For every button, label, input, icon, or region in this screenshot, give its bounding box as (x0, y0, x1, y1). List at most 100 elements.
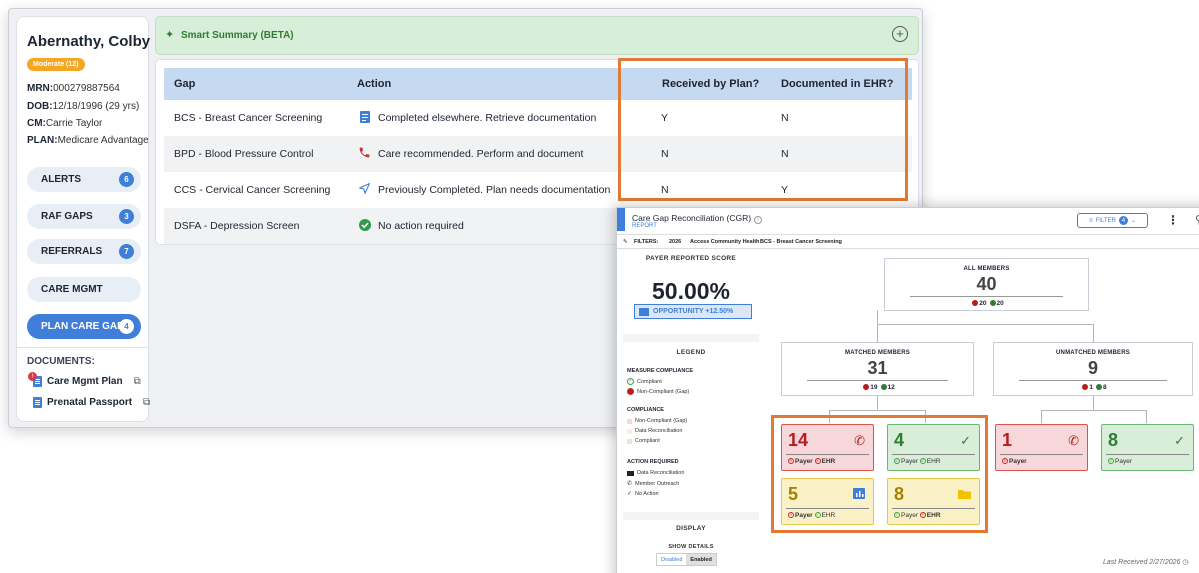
show-details-label: SHOW DETAILS (668, 544, 714, 550)
info-icon[interactable]: i (754, 216, 763, 224)
payer-score: 50.00% (651, 278, 730, 304)
check-circle-icon (358, 218, 371, 231)
check-icon: ✓ (960, 433, 971, 448)
nav-raf-gaps[interactable]: RAF GAPS 3 (27, 204, 141, 229)
documents-label: DOCUMENTS: (27, 356, 95, 367)
card-payer-ok-ehr-ok[interactable]: 4 ✓ ✓ Payer ✓ EHR (887, 424, 980, 471)
phone-icon: ✆ (854, 433, 865, 448)
display-title: DISPLAY (676, 525, 706, 532)
card-payer-x-ehr-ok[interactable]: 5 × Payer ✓ EHR (781, 478, 874, 525)
external-link-icon[interactable]: ⧉ (143, 397, 150, 408)
table-row[interactable]: BCS - Breast Cancer Screening Completed … (164, 100, 912, 136)
connector (925, 410, 926, 423)
legend-item: ✓ Compliant (627, 378, 662, 385)
nav-alerts[interactable]: ALERTS 6 (27, 167, 141, 192)
table-row[interactable]: CCS - Cervical Cancer Screening Previous… (164, 172, 912, 208)
more-options-icon[interactable]: ⋮ (1167, 213, 1179, 227)
unmatched-members-node[interactable]: UNMATCHED MEMBERS 9 18 (993, 342, 1193, 396)
matched-members-node[interactable]: MATCHED MEMBERS 31 19 12 (781, 342, 974, 396)
card-unmatched-payer-x[interactable]: 1 ✆ × Payer (995, 424, 1088, 471)
nav-care-mgmt[interactable]: CARE MGMT (27, 277, 141, 302)
doc-care-mgmt-plan[interactable]: Care Mgmt Plan ⧉ (33, 376, 141, 387)
chart-icon (853, 487, 865, 502)
col-action: Action (357, 78, 392, 90)
all-members-node[interactable]: ALL MEMBERS 40 20 20 (884, 258, 1089, 311)
document-icon (33, 397, 42, 408)
connector (877, 396, 878, 410)
toggle-enabled[interactable]: Enabled (686, 554, 716, 565)
legend-heading: MEASURE COMPLIANCE (627, 368, 694, 374)
x-circle-icon: × (627, 388, 634, 395)
plan: PLAN:Medicare Advantage (27, 135, 149, 146)
connector (1041, 410, 1147, 411)
send-icon (358, 182, 371, 195)
check-icon: ✓ (1174, 433, 1185, 448)
legend-item: Non-Compliant (Gap) (627, 418, 687, 424)
show-details-toggle[interactable]: Disabled Enabled (656, 553, 717, 566)
external-link-icon[interactable]: ⧉ (134, 376, 141, 387)
opportunity-badge[interactable]: OPPORTUNITY +12.50% (634, 304, 752, 319)
filter-icon: ≡ (1089, 217, 1093, 224)
legend-item: Data Reconciliation (627, 470, 684, 476)
phone-icon: ✆ (627, 481, 633, 487)
legend-panel: LEGEND MEASURE COMPLIANCE ✓ Compliant × No… (623, 342, 759, 512)
connector (1041, 410, 1042, 423)
connector (877, 324, 1094, 325)
node-label: MATCHED MEMBERS (845, 350, 910, 356)
connector (877, 324, 878, 342)
connector (877, 310, 878, 324)
node-count: 31 (867, 358, 888, 378)
pin-icon[interactable]: ⚲ (1195, 213, 1199, 226)
filter-chip[interactable]: BCS - Breast Cancer Screening (760, 239, 842, 245)
node-count: 9 (1087, 358, 1098, 378)
nav-plan-care-gaps[interactable]: PLAN CARE GAPS 4 (27, 314, 141, 339)
payer-score-panel: PAYER REPORTED SCORE 50.00% OPPORTUNITY … (623, 250, 759, 334)
legend-item: Data Reconciliation (627, 428, 682, 434)
filter-count: 4 (1118, 216, 1128, 225)
legend-item: ✓ No Action (627, 490, 659, 498)
card-payer-ok-ehr-x[interactable]: 8 ✓ Payer × EHR (887, 478, 980, 525)
filters-label: FILTERS: (634, 239, 659, 245)
filter-button[interactable]: ≡ FILTER 4 ⌄ (1077, 213, 1148, 228)
referrals-count: 7 (119, 244, 134, 259)
col-gap: Gap (174, 78, 196, 90)
folder-icon (958, 487, 971, 502)
legend-heading: ACTION REQUIRED (627, 459, 679, 465)
toggle-disabled[interactable]: Disabled (657, 554, 687, 565)
swatch (627, 418, 632, 424)
card-payer-x-ehr-x[interactable]: 14 ✆ × Payer × EHR (781, 424, 874, 471)
col-documented-in-ehr: Documented in EHR? (781, 78, 894, 90)
care-manager: CM:Carrie Taylor (27, 118, 103, 129)
risk-badge: Moderate (12) (27, 58, 85, 71)
edit-icon[interactable]: ✎ (623, 239, 628, 245)
notification-badge: ! (28, 372, 37, 381)
folder-icon (627, 470, 634, 476)
left-panel: PAYER REPORTED SCORE 50.00% OPPORTUNITY … (623, 250, 759, 573)
connector (1146, 410, 1147, 423)
legend-title: LEGEND (676, 349, 706, 356)
dob: DOB:12/18/1996 (29 yrs) (27, 101, 140, 112)
filter-chip[interactable]: Access Community Health (690, 239, 759, 245)
alerts-count: 6 (119, 172, 134, 187)
table-row[interactable]: BPD - Blood Pressure Control Care recomm… (164, 136, 912, 172)
chart-icon (639, 307, 649, 316)
doc-prenatal-passport[interactable]: Prenatal Passport ⧉ (33, 397, 150, 408)
plus-circle-icon[interactable]: + (892, 26, 908, 42)
connector (829, 410, 926, 411)
cgr-report-window: Care Gap Reconciliation (CGR) i REPORT ≡ F… (616, 207, 1199, 573)
card-unmatched-payer-ok[interactable]: 8 ✓ ✓ Payer (1101, 424, 1194, 471)
smart-summary-label: Smart Summary (BETA) (181, 30, 294, 41)
node-breakdown: 19 12 (782, 384, 973, 391)
legend-heading: COMPLIANCE (627, 407, 664, 413)
chevron-down-icon: ⌄ (1130, 218, 1136, 224)
plan-care-gaps-count: 4 (119, 319, 134, 334)
nav-referrals[interactable]: REFERRALS 7 (27, 239, 141, 264)
connector (1093, 396, 1094, 410)
patient-card: Abernathy, Colby Moderate (12) MRN:00027… (16, 16, 150, 422)
node-label: ALL MEMBERS (963, 266, 1010, 272)
smart-summary-bar[interactable]: ✦ Smart Summary (BETA) + (155, 16, 919, 55)
filters-bar: ✎ FILTERS: 2026 Access Community Health … (617, 234, 1199, 249)
node-breakdown: 20 20 (885, 300, 1088, 307)
filter-chip[interactable]: 2026 (669, 239, 681, 245)
payer-score-title: PAYER REPORTED SCORE (645, 255, 737, 262)
